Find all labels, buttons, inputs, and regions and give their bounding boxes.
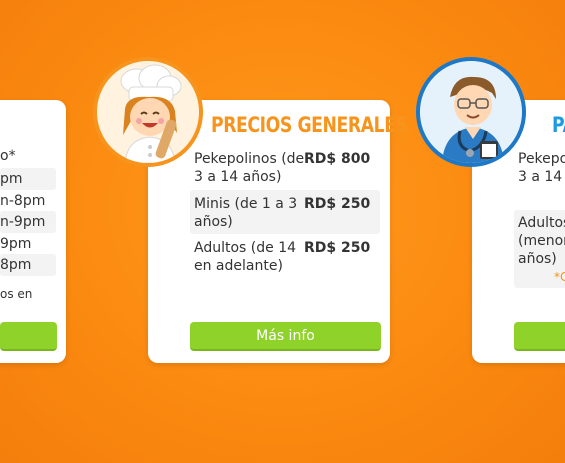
card-title: PRECIOS GENERALES (211, 113, 408, 137)
chef-avatar (93, 57, 203, 167)
more-info-button-right[interactable] (514, 322, 565, 351)
price-label: Adultos (de 14 en adelante) (194, 240, 297, 274)
price-label: Pekepolinos (de 3 a 14 años) (194, 151, 305, 185)
package-row: Pekepo 3 a 14 a *C (518, 151, 565, 185)
price-row: Adultos (de 14 en adelante) RD$ 250 (190, 236, 380, 278)
price-row: Pekepolinos (de 3 a 14 años) RD$ 800 (190, 148, 380, 190)
price-label: Minis (de 1 a 3 años) (194, 196, 298, 230)
schedule-row: pm (0, 168, 56, 190)
price-row: Minis (de 1 a 3 años) RD$ 250 (190, 190, 380, 234)
card-title: PA (552, 113, 565, 137)
more-info-button[interactable]: Más info (190, 322, 381, 351)
schedule-row: n-9pm (0, 211, 56, 233)
doctor-icon (420, 61, 522, 163)
package-row: Adultos (menor años) *C (514, 210, 565, 288)
schedule-row: 9pm (0, 236, 32, 252)
schedule-heading: o* (0, 148, 16, 164)
price-value: RD$ 800 (304, 151, 371, 167)
doctor-avatar (416, 57, 526, 167)
schedule-card: o* pm n-8pm n-9pm 9pm 8pm os en (0, 100, 66, 363)
schedule-footer-text: os en (0, 287, 33, 301)
chef-icon (97, 61, 199, 163)
price-value: RD$ 250 (304, 196, 371, 212)
package-note: *C (554, 270, 565, 284)
schedule-row: n-8pm (0, 193, 46, 209)
schedule-row: 8pm (0, 254, 56, 276)
more-info-button-left[interactable] (0, 322, 57, 351)
price-value: RD$ 250 (304, 240, 371, 256)
